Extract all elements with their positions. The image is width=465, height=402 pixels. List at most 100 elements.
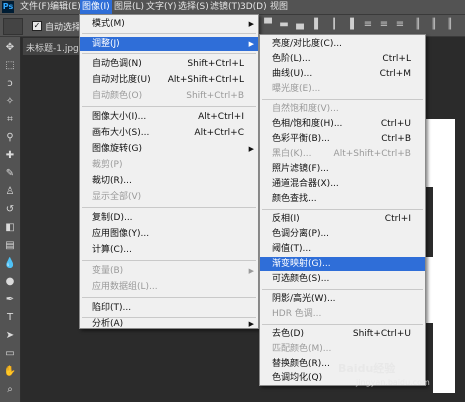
magic-wand-tool-icon[interactable]: ✧ [3, 95, 17, 109]
clone-stamp-tool-icon[interactable]: ♙ [3, 185, 17, 199]
menu-item-black-white: 黑白(K)... Alt+Shift+Ctrl+B [272, 149, 411, 159]
align-middle-icon[interactable]: ▬ [278, 19, 290, 31]
menu-item-auto-tone[interactable]: 自动色调(N) Shift+Ctrl+L [80, 57, 258, 71]
align-right-icon[interactable]: ▐ [344, 19, 356, 31]
menu-item-duplicate[interactable]: 复制(D)... [80, 211, 258, 225]
menu-separator [82, 33, 256, 34]
menu-select[interactable]: 选择(S) [176, 0, 211, 14]
menu-type[interactable]: 文字(Y) [144, 0, 179, 14]
menu-separator [262, 99, 423, 100]
move-tool-icon[interactable]: ✥ [3, 41, 17, 55]
menu-item-image-size[interactable]: 图像大小(I)... Alt+Ctrl+I [80, 110, 258, 124]
menu-item-gradient-map[interactable]: 渐变映射(G)... [260, 257, 425, 271]
menu-item-auto-color: 自动颜色(O) Shift+Ctrl+B [92, 91, 244, 101]
menu-item-match-color: 匹配颜色(M)... [272, 344, 332, 354]
menu-item-levels[interactable]: 色阶(L)... Ctrl+L [260, 52, 425, 66]
menu-item-auto-contrast[interactable]: 自动对比度(U) Alt+Shift+Ctrl+L [80, 73, 258, 87]
menu-item-reveal-all: 显示全部(V) [92, 192, 142, 202]
marquee-tool-icon[interactable]: ⬚ [3, 59, 17, 73]
blur-tool-icon[interactable]: 💧 [3, 257, 17, 271]
align-bottom-icon[interactable]: ▄ [294, 19, 306, 31]
menu-layer[interactable]: 图层(L) [112, 0, 146, 14]
menu-item-apply-data-set: 应用数据组(L)... [92, 282, 158, 292]
menu-separator [82, 207, 256, 208]
menu-3d[interactable]: 3D(D) [238, 0, 269, 14]
menu-item-brightness-contrast[interactable]: 亮度/对比度(C)... [260, 37, 425, 51]
distribute-center-icon[interactable]: ║ [428, 19, 440, 31]
menu-separator [262, 324, 423, 325]
menu-separator [82, 106, 256, 107]
tools-panel: ✥ ⬚ ↄ ✧ ⌗ ⚲ ✚ ✎ ♙ ↺ ◧ ▤ 💧 ● ✒ T ➤ ▭ ✋ ⌕ [0, 37, 21, 402]
menu-item-color-balance[interactable]: 色彩平衡(B)... Ctrl+B [260, 132, 425, 146]
menu-view[interactable]: 视图 [268, 0, 290, 14]
auto-select-label: 自动选择 [45, 23, 82, 33]
pen-tool-icon[interactable]: ✒ [3, 293, 17, 307]
menu-item-shadows-highlights[interactable]: 阴影/高光(W)... [260, 292, 425, 306]
zoom-tool-icon[interactable]: ⌕ [3, 383, 17, 397]
dodge-tool-icon[interactable]: ● [3, 275, 17, 289]
shape-tool-icon[interactable]: ▭ [3, 347, 17, 361]
baidu-watermark: Baidu经验 [338, 362, 396, 375]
menu-item-color-lookup[interactable]: 颜色查找... [260, 192, 425, 206]
menu-separator [262, 289, 423, 290]
distribute-right-icon[interactable]: ║ [444, 19, 456, 31]
distribute-top-icon[interactable]: ≡ [362, 19, 374, 31]
healing-brush-tool-icon[interactable]: ✚ [3, 149, 17, 163]
menu-item-hue-saturation[interactable]: 色相/饱和度(H)... Ctrl+U [260, 117, 425, 131]
menu-item-desaturate[interactable]: 去色(D) Shift+Ctrl+U [260, 327, 425, 341]
adjustments-submenu: 亮度/对比度(C)... 色阶(L)... Ctrl+L 曲线(U)... Ctrl… [259, 34, 426, 386]
image-menu-dropdown: 模式(M) ▶ 调整(J) ▶ 自动色调(N) Shift+Ctrl+L 自动对比度(… [79, 14, 259, 329]
align-left-icon[interactable]: ▌ [312, 19, 324, 31]
auto-select-checkbox[interactable]: ✓ [32, 21, 42, 31]
path-selection-tool-icon[interactable]: ➤ [3, 329, 17, 343]
menu-item-selective-color[interactable]: 可选颜色(S)... [260, 272, 425, 286]
menu-separator [82, 297, 256, 298]
distribute-middle-icon[interactable]: ≡ [378, 19, 390, 31]
menu-item-trap[interactable]: 陷印(T)... [80, 301, 258, 315]
canvas-image-fragment [433, 187, 455, 257]
lasso-tool-icon[interactable]: ↄ [3, 77, 17, 91]
menu-item-crop: 裁剪(P) [92, 160, 123, 170]
canvas-image-fragment [433, 323, 455, 393]
history-brush-tool-icon[interactable]: ↺ [3, 203, 17, 217]
menu-item-vibrance: 自然饱和度(V)... [272, 104, 339, 114]
menu-item-threshold[interactable]: 阈值(T)... [260, 242, 425, 256]
menu-item-hdr-toning: HDR 色调... [272, 309, 322, 319]
menu-separator [82, 53, 256, 54]
eraser-tool-icon[interactable]: ◧ [3, 221, 17, 235]
menu-item-variables: 变量(B) ▶ [92, 266, 254, 276]
menu-item-analysis[interactable]: 分析(A) ▶ [80, 320, 258, 329]
align-top-icon[interactable]: ▀ [262, 19, 274, 31]
menu-item-trim[interactable]: 裁切(R)... [80, 174, 258, 188]
photoshop-logo: Ps [2, 1, 14, 13]
move-tool-preset-icon[interactable] [3, 18, 23, 35]
menu-item-invert[interactable]: 反相(I) Ctrl+I [260, 212, 425, 226]
menu-separator [82, 317, 256, 318]
eyedropper-tool-icon[interactable]: ⚲ [3, 131, 17, 145]
crop-tool-icon[interactable]: ⌗ [3, 113, 17, 127]
distribute-bottom-icon[interactable]: ≡ [394, 19, 406, 31]
menu-item-mode[interactable]: 模式(M) ▶ [80, 17, 258, 31]
menu-image[interactable]: 图像(I) [80, 0, 112, 14]
menu-item-curves[interactable]: 曲线(U)... Ctrl+M [260, 67, 425, 81]
menu-separator [262, 209, 423, 210]
menu-separator [82, 260, 256, 261]
menu-item-posterize[interactable]: 色调分离(P)... [260, 227, 425, 241]
type-tool-icon[interactable]: T [3, 311, 17, 325]
menu-item-channel-mixer[interactable]: 通道混合器(X)... [260, 177, 425, 191]
menu-item-apply-image[interactable]: 应用图像(Y)... [80, 227, 258, 241]
baidu-watermark-url: jingyan.baidu.com [356, 378, 430, 387]
gradient-tool-icon[interactable]: ▤ [3, 239, 17, 253]
menu-item-exposure: 曝光度(E)... [272, 84, 321, 94]
menu-item-image-rotation[interactable]: 图像旋转(G) ▶ [80, 142, 258, 156]
menu-item-canvas-size[interactable]: 画布大小(S)... Alt+Ctrl+C [80, 126, 258, 140]
menu-item-adjustments[interactable]: 调整(J) ▶ [80, 37, 258, 51]
align-center-icon[interactable]: ┃ [328, 19, 340, 31]
hand-tool-icon[interactable]: ✋ [3, 365, 17, 379]
menu-item-calculations[interactable]: 计算(C)... [80, 243, 258, 257]
menu-bar: Ps 文件(F) 编辑(E) 图像(I) 图层(L) 文字(Y) 选择(S) 滤… [0, 0, 465, 15]
distribute-left-icon[interactable]: ║ [412, 19, 424, 31]
menu-item-photo-filter[interactable]: 照片滤镜(F)... [260, 162, 425, 176]
brush-tool-icon[interactable]: ✎ [3, 167, 17, 181]
menu-edit[interactable]: 编辑(E) [48, 0, 83, 14]
